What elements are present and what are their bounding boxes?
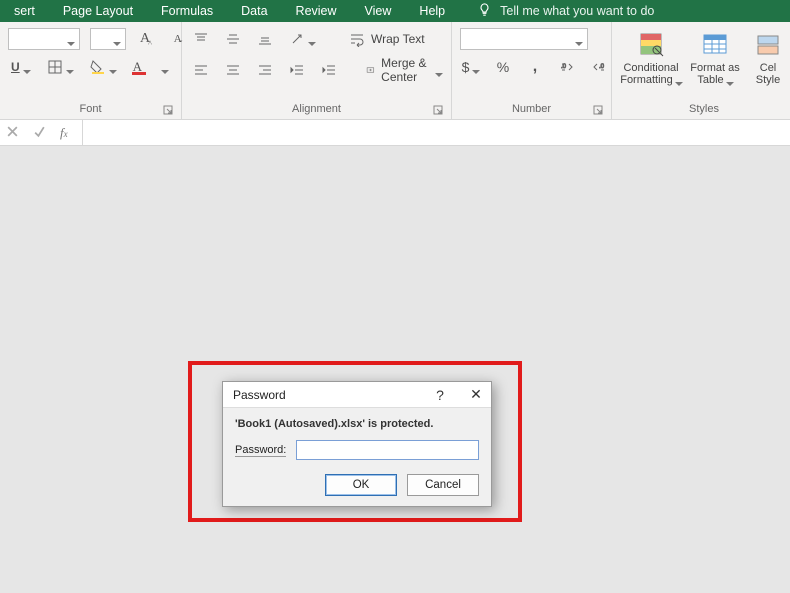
- fill-color-button[interactable]: [87, 56, 120, 78]
- dialog-close-button[interactable]: ✕: [467, 386, 485, 403]
- number-format-select[interactable]: [460, 28, 588, 50]
- formula-input[interactable]: [83, 120, 790, 145]
- svg-text:.0: .0: [599, 64, 605, 70]
- decrease-decimal-icon[interactable]: .0: [588, 56, 610, 78]
- underline-button[interactable]: U: [8, 56, 34, 78]
- group-label-styles: Styles: [620, 103, 788, 117]
- orientation-button[interactable]: [286, 28, 319, 50]
- dialog-help-button[interactable]: ?: [431, 387, 449, 403]
- worksheet-area: [0, 146, 790, 593]
- tell-me-search[interactable]: Tell me what you want to do: [459, 2, 654, 20]
- password-dialog: Password ? ✕ 'Book1 (Autosaved).xlsx' is…: [222, 381, 492, 507]
- tab-insert[interactable]: sert: [0, 0, 49, 22]
- password-label: Password:: [235, 444, 286, 457]
- dialog-titlebar: Password ? ✕: [223, 382, 491, 407]
- tab-data[interactable]: Data: [227, 0, 281, 22]
- currency-button[interactable]: $: [460, 56, 482, 78]
- increase-decimal-icon[interactable]: .0: [556, 56, 578, 78]
- conditional-formatting-label: ConditionalFormatting: [620, 62, 678, 86]
- tab-formulas[interactable]: Formulas: [147, 0, 227, 22]
- tab-view[interactable]: View: [351, 0, 406, 22]
- group-label-alignment: Alignment: [190, 103, 443, 117]
- dialog-message: 'Book1 (Autosaved).xlsx' is protected.: [235, 418, 479, 430]
- dialog-launcher-icon[interactable]: [433, 105, 443, 115]
- group-alignment: Wrap Text Merge & Center Alignment: [182, 22, 452, 119]
- conditional-formatting-button[interactable]: ConditionalFormatting: [620, 28, 682, 86]
- align-left-icon[interactable]: [190, 59, 212, 81]
- dialog-title: Password: [233, 388, 286, 402]
- font-color-button[interactable]: A: [130, 56, 172, 78]
- tab-review[interactable]: Review: [282, 0, 351, 22]
- group-font: A^ Aˇ U A Font: [0, 22, 182, 119]
- increase-font-icon[interactable]: A^: [136, 28, 158, 50]
- group-label-font: Font: [8, 103, 173, 117]
- cancel-button[interactable]: Cancel: [407, 474, 479, 496]
- group-styles: ConditionalFormatting Format asTable Cel…: [612, 22, 790, 119]
- align-bottom-icon[interactable]: [254, 28, 276, 50]
- ribbon: A^ Aˇ U A Font: [0, 22, 790, 120]
- wrap-text-button[interactable]: Wrap Text: [349, 31, 425, 47]
- percent-button[interactable]: %: [492, 56, 514, 78]
- ribbon-tabstrip: sert Page Layout Formulas Data Review Vi…: [0, 0, 790, 22]
- decrease-indent-icon[interactable]: [286, 59, 308, 81]
- merge-center-button[interactable]: Merge & Center: [366, 56, 443, 84]
- borders-button[interactable]: [44, 56, 77, 78]
- font-size-select[interactable]: [90, 28, 126, 50]
- formula-bar: fx: [0, 120, 790, 146]
- svg-text:.0: .0: [561, 64, 567, 70]
- tab-page-layout[interactable]: Page Layout: [49, 0, 147, 22]
- cancel-formula-icon[interactable]: [6, 125, 19, 141]
- cell-styles-label: CelStyle: [756, 62, 780, 86]
- font-name-select[interactable]: [8, 28, 80, 50]
- comma-style-button[interactable]: ,: [524, 56, 546, 78]
- align-right-icon[interactable]: [254, 59, 276, 81]
- increase-indent-icon[interactable]: [318, 59, 340, 81]
- dialog-launcher-icon[interactable]: [163, 105, 173, 115]
- ok-button[interactable]: OK: [325, 474, 397, 496]
- cell-styles-button[interactable]: CelStyle: [748, 28, 788, 86]
- align-center-h-icon[interactable]: [222, 59, 244, 81]
- dialog-launcher-icon[interactable]: [593, 105, 603, 115]
- lightbulb-icon: [477, 2, 492, 20]
- password-input[interactable]: [296, 440, 479, 460]
- format-as-table-button[interactable]: Format asTable: [684, 28, 746, 86]
- align-top-icon[interactable]: [190, 28, 212, 50]
- enter-formula-icon[interactable]: [33, 125, 46, 141]
- group-number: $ % , .0 .0 Number: [452, 22, 612, 119]
- align-middle-icon[interactable]: [222, 28, 244, 50]
- insert-function-icon[interactable]: fx: [60, 125, 68, 141]
- tab-help[interactable]: Help: [405, 0, 459, 22]
- tell-me-label: Tell me what you want to do: [500, 4, 654, 18]
- group-label-number: Number: [460, 103, 603, 117]
